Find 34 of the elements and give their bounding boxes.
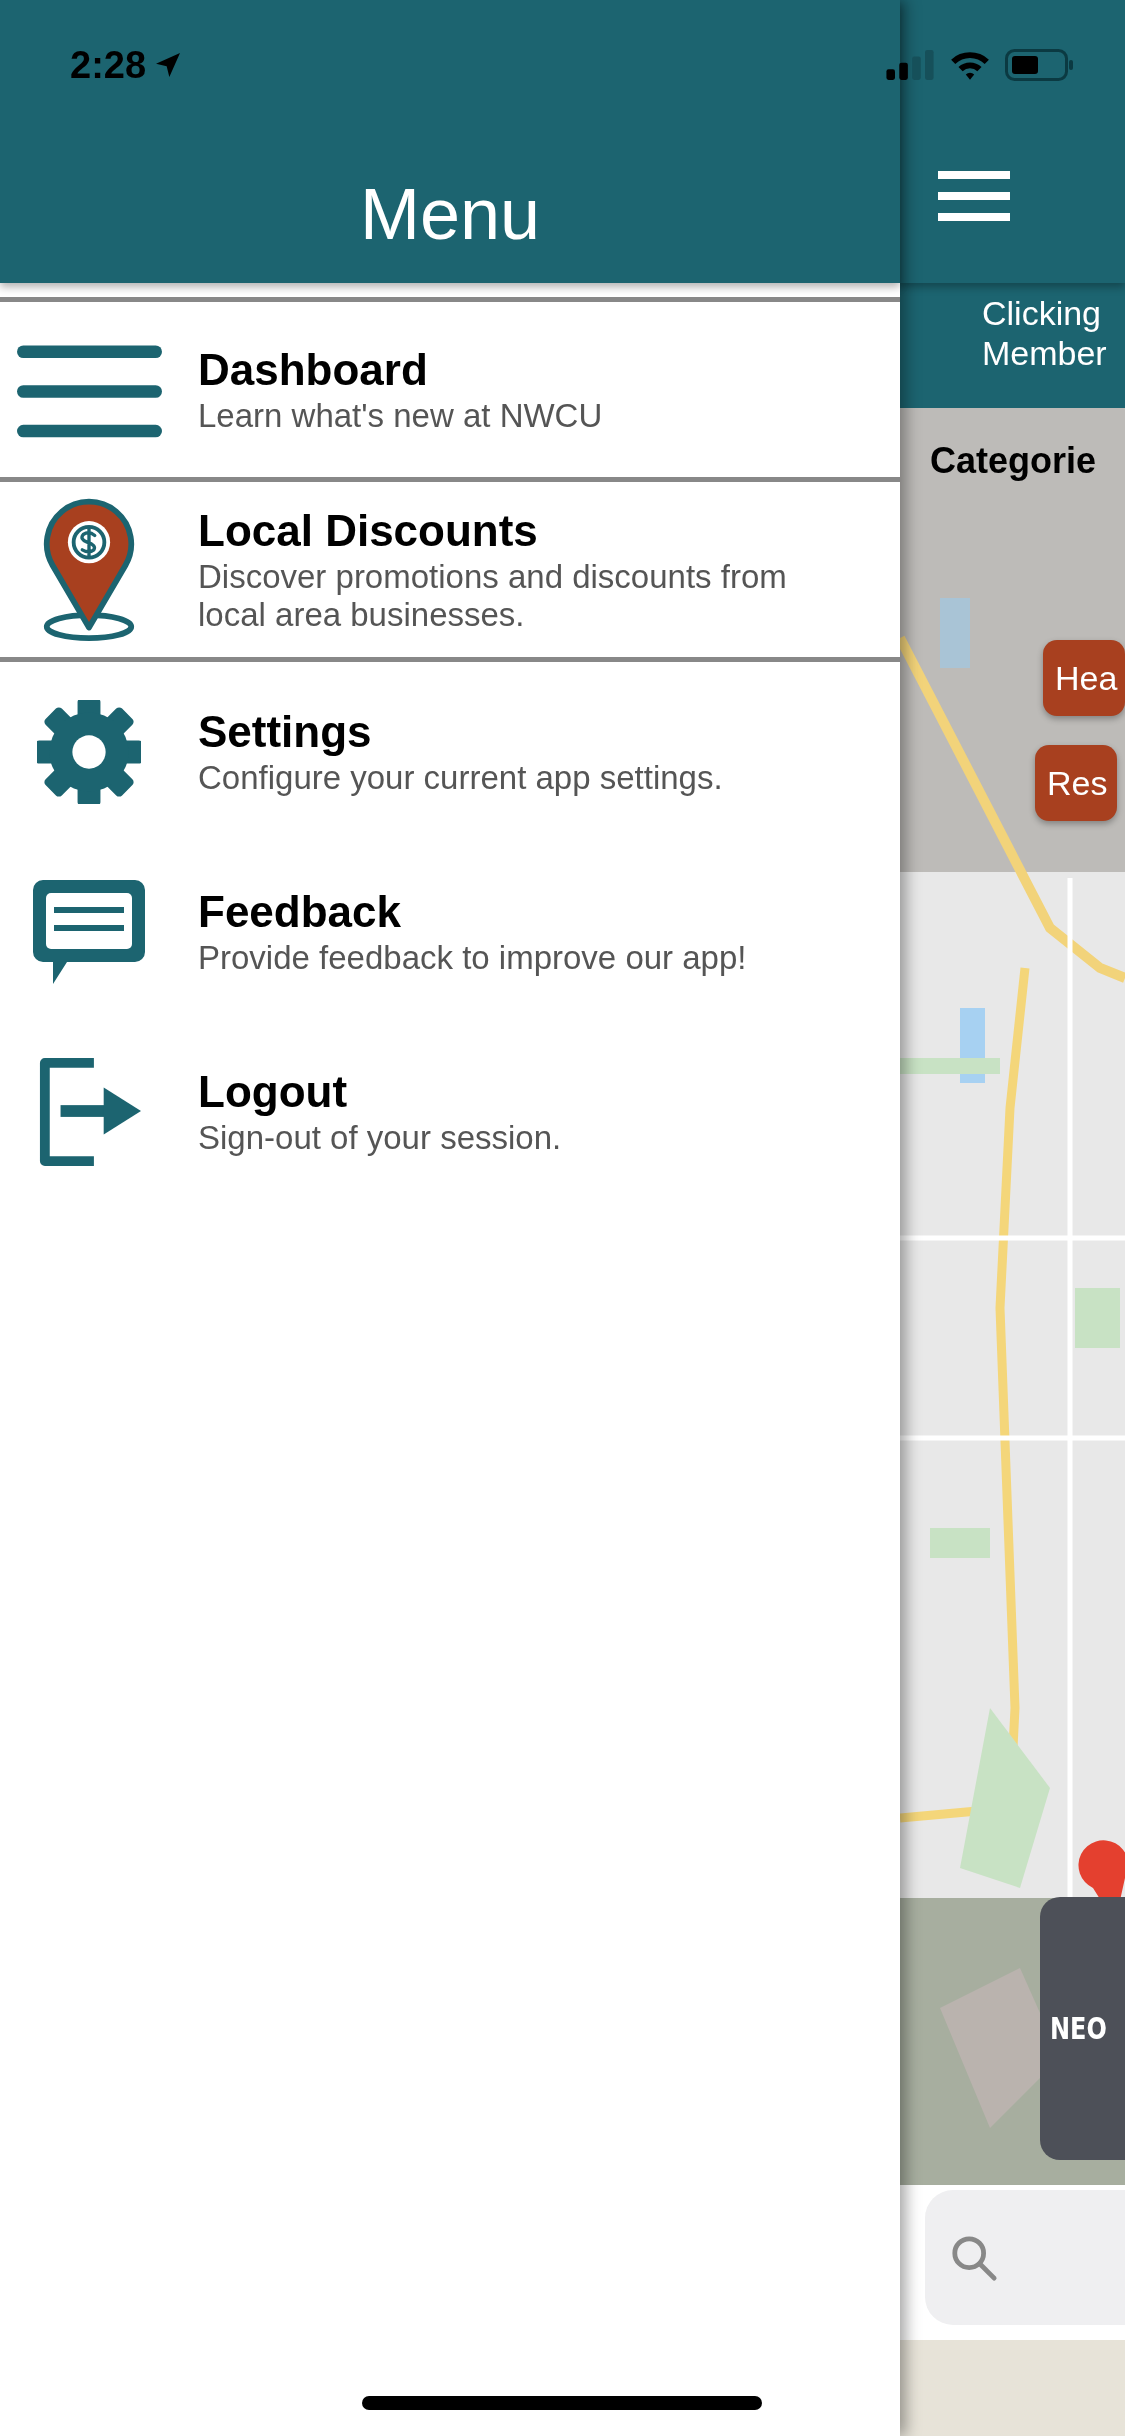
menu-item-description: Configure your current app settings.: [198, 759, 723, 797]
search-icon: [950, 2233, 998, 2282]
menu-item-description: Sign-out of your session.: [198, 1119, 562, 1157]
banner-text: Clicking: [982, 293, 1103, 333]
map-pin-dollar-icon: [41, 497, 137, 642]
menu-item-title: Logout: [198, 1067, 349, 1118]
menu-item-description: Provide feedback to improve our app!: [198, 939, 747, 977]
menu-title: Menu: [359, 173, 541, 255]
menu-item[interactable]: Feedback Provide feedback to improve our app!: [0, 842, 900, 1022]
category-button[interactable]: Res: [1035, 745, 1117, 821]
menu-item-title: Dashboard: [198, 344, 429, 395]
settings-icon: [37, 700, 141, 804]
menu-item[interactable]: Logout Sign-out of your session.: [0, 1022, 900, 1202]
menu-icon[interactable]: [938, 171, 1010, 221]
category-button[interactable]: Hea: [1043, 640, 1125, 716]
promo-card[interactable]: NEO: [1040, 1897, 1125, 2160]
menu-item-title: Feedback: [198, 887, 402, 938]
menu-item[interactable]: Dashboard Learn what's new at NWCU: [0, 302, 900, 482]
menu-item[interactable]: Settings Configure your current app settings.: [0, 662, 900, 842]
status-time: 2:28: [70, 43, 147, 87]
speech-bubble-icon: [33, 880, 145, 984]
logout-icon: [37, 1058, 141, 1166]
search-field[interactable]: [925, 2190, 1125, 2325]
menu-item-description: Discover promotions and discounts from local area businesses.: [198, 557, 788, 634]
menu-item-title: Local Discounts: [198, 505, 539, 556]
battery-icon: [1005, 49, 1075, 81]
menu-item-title: Settings: [198, 707, 373, 758]
categories-heading: Categorie: [930, 440, 1097, 482]
menu-item[interactable]: Local Discounts Discover promotions and discounts from local area businesses.: [0, 482, 900, 662]
banner-text: Member: [982, 333, 1108, 373]
menu-item-description: Learn what's new at NWCU: [198, 396, 603, 435]
signal-icon: [885, 50, 935, 80]
card-label: NEO: [1050, 2011, 1107, 2046]
wifi-icon: [949, 49, 991, 81]
